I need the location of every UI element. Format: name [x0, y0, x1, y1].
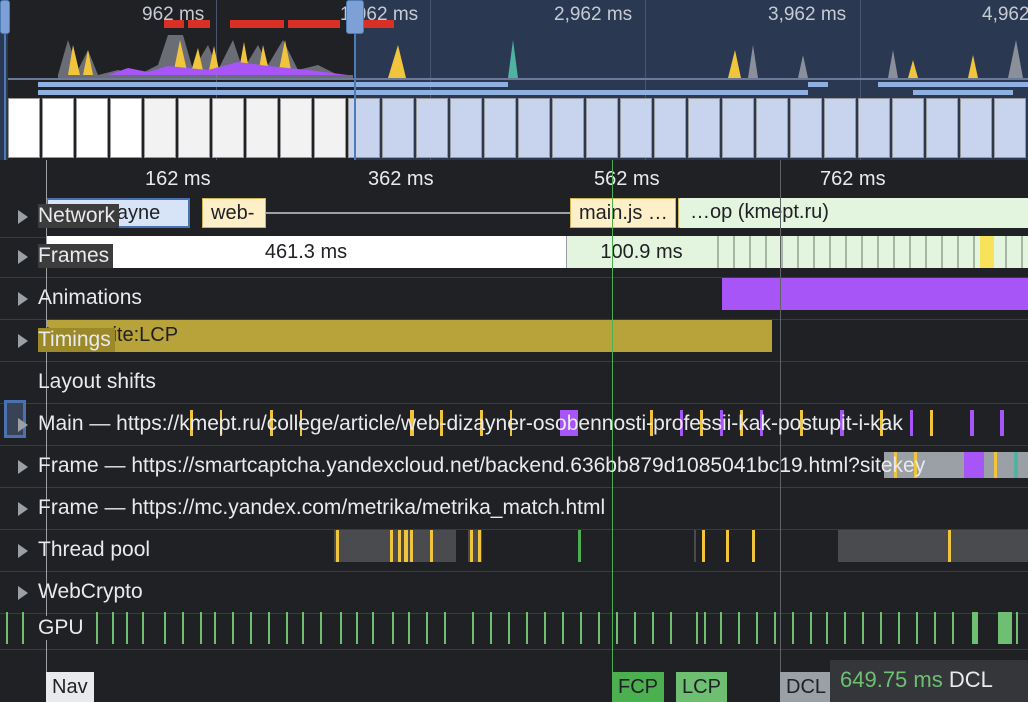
- screenshot-thumb[interactable]: [892, 98, 924, 158]
- screenshot-thumb[interactable]: [314, 98, 346, 158]
- screenshot-thumb[interactable]: [246, 98, 278, 158]
- track-gpu-label: GPU: [38, 616, 88, 640]
- track-gpu[interactable]: GPU: [0, 608, 1028, 650]
- track-thread-pool[interactable]: Thread pool: [0, 530, 1028, 572]
- frame-block[interactable]: 100.9 ms: [566, 236, 716, 268]
- screenshot-thumb[interactable]: [722, 98, 754, 158]
- nav-marker[interactable]: Nav: [46, 672, 94, 702]
- network-request-label: web-: [211, 202, 255, 224]
- screenshot-thumb[interactable]: [620, 98, 652, 158]
- timeline-overview[interactable]: 962 ms 1,962 ms 2,962 ms 3,962 ms 4,962 …: [0, 0, 1028, 160]
- track-frames-label: Frames: [38, 244, 114, 268]
- track-frame-smartcaptcha[interactable]: Frame — https://smartcaptcha.yandexcloud…: [0, 446, 1028, 488]
- track-frame-smartcaptcha-label: Frame — https://smartcaptcha.yandexcloud…: [38, 454, 926, 477]
- network-request[interactable]: web-: [202, 198, 266, 228]
- track-thread-pool-label: Thread pool: [38, 538, 151, 561]
- screenshot-thumb[interactable]: [76, 98, 108, 158]
- network-request[interactable]: main.js …: [570, 198, 676, 228]
- track-animations[interactable]: Animations: [0, 278, 1028, 320]
- screenshot-thumb[interactable]: [518, 98, 550, 158]
- frame-strip: [716, 236, 1028, 268]
- track-layout-shifts[interactable]: Layout shifts: [0, 362, 1028, 404]
- ruler-tick: 762 ms: [820, 168, 886, 190]
- lcp-marker[interactable]: LCP: [676, 672, 727, 702]
- screenshot-thumb[interactable]: [586, 98, 618, 158]
- screenshot-thumb[interactable]: [688, 98, 720, 158]
- overview-tick: 3,962 ms: [768, 4, 847, 25]
- screenshot-thumb[interactable]: [926, 98, 958, 158]
- ruler-tick: 562 ms: [594, 168, 660, 190]
- expand-thread-pool-icon[interactable]: [18, 544, 28, 558]
- overview-tick: 4,962 ms: [982, 4, 1028, 25]
- animation-bar[interactable]: [722, 278, 1028, 310]
- track-frame-metrika[interactable]: Frame — https://mc.yandex.com/metrika/me…: [0, 488, 1028, 530]
- track-network[interactable]: web-dizayne web- main.js … … …op (kmept.…: [0, 196, 1028, 238]
- screenshot-thumb[interactable]: [790, 98, 822, 158]
- track-network-label: Network: [38, 204, 120, 228]
- screenshot-thumb[interactable]: [144, 98, 176, 158]
- network-request-label: main.js …: [579, 202, 668, 224]
- marker-tooltip: 649.75 ms DCL: [830, 660, 1028, 702]
- overview-tick: 962 ms: [142, 4, 205, 25]
- dcl-marker[interactable]: DCL: [780, 672, 833, 702]
- expand-timings-icon[interactable]: [18, 334, 28, 348]
- network-request[interactable]: …op (kmept.ru): [680, 198, 1028, 228]
- track-animations-label: Animations: [38, 286, 142, 309]
- expand-webcrypto-icon[interactable]: [18, 586, 28, 600]
- expand-frames-icon[interactable]: [18, 250, 28, 264]
- time-ruler: 162 ms 362 ms 562 ms 762 ms: [0, 160, 1028, 196]
- screenshot-thumb[interactable]: [858, 98, 890, 158]
- frame-duration: 461.3 ms: [264, 241, 348, 263]
- screenshot-thumb[interactable]: [450, 98, 482, 158]
- gpu-activity: [6, 612, 1018, 644]
- screenshot-thumb[interactable]: [552, 98, 584, 158]
- track-frames[interactable]: 461.3 ms 100.9 ms Frames: [0, 236, 1028, 278]
- overview-tick: 2,962 ms: [554, 4, 633, 25]
- expand-frame-icon[interactable]: [18, 460, 28, 474]
- track-timings[interactable]: Composite:LCP Timings: [0, 320, 1028, 362]
- track-layout-shifts-label: Layout shifts: [38, 370, 156, 393]
- overview-activity-chart: [8, 20, 1028, 95]
- ruler-tick: 362 ms: [368, 168, 434, 190]
- thread-pool-activity: [334, 530, 1028, 562]
- screenshot-thumb[interactable]: [756, 98, 788, 158]
- track-timings-label: Timings: [38, 328, 115, 352]
- screenshot-thumb[interactable]: [348, 98, 380, 158]
- ruler-tick: 162 ms: [145, 168, 211, 190]
- timing-bar[interactable]: Composite:LCP: [46, 320, 772, 352]
- screenshot-thumb[interactable]: [8, 98, 40, 158]
- screenshot-thumb[interactable]: [110, 98, 142, 158]
- screenshot-thumb[interactable]: [178, 98, 210, 158]
- track-frame-metrika-label: Frame — https://mc.yandex.com/metrika/me…: [38, 496, 606, 519]
- filmstrip: [8, 98, 1028, 158]
- expand-network-icon[interactable]: [18, 210, 28, 224]
- expand-animations-icon[interactable]: [18, 292, 28, 306]
- expand-main-icon[interactable]: [18, 418, 28, 432]
- screenshot-thumb[interactable]: [654, 98, 686, 158]
- screenshot-thumb[interactable]: [484, 98, 516, 158]
- track-webcrypto-label: WebCrypto: [38, 580, 143, 603]
- screenshot-thumb[interactable]: [280, 98, 312, 158]
- fcp-marker[interactable]: FCP: [612, 672, 664, 702]
- track-main[interactable]: Main — https://kmept.ru/college/article/…: [0, 400, 1028, 446]
- network-request-label: …op (kmept.ru): [690, 201, 829, 223]
- screenshot-thumb[interactable]: [824, 98, 856, 158]
- screenshot-thumb[interactable]: [212, 98, 244, 158]
- screenshot-thumb[interactable]: [994, 98, 1026, 158]
- tooltip-time: 649.75 ms: [840, 667, 943, 692]
- screenshot-thumb[interactable]: [42, 98, 74, 158]
- network-wait-line: [266, 212, 570, 214]
- screenshot-thumb[interactable]: [382, 98, 414, 158]
- overview-right-handle[interactable]: [346, 0, 364, 34]
- track-main-label: Main — https://kmept.ru/college/article/…: [38, 412, 903, 435]
- screenshot-thumb[interactable]: [416, 98, 448, 158]
- overview-left-handle[interactable]: [0, 0, 10, 34]
- expand-frame-icon[interactable]: [18, 502, 28, 516]
- screenshot-thumb[interactable]: [960, 98, 992, 158]
- frame-block[interactable]: 461.3 ms: [46, 236, 566, 268]
- tooltip-event: DCL: [948, 667, 993, 692]
